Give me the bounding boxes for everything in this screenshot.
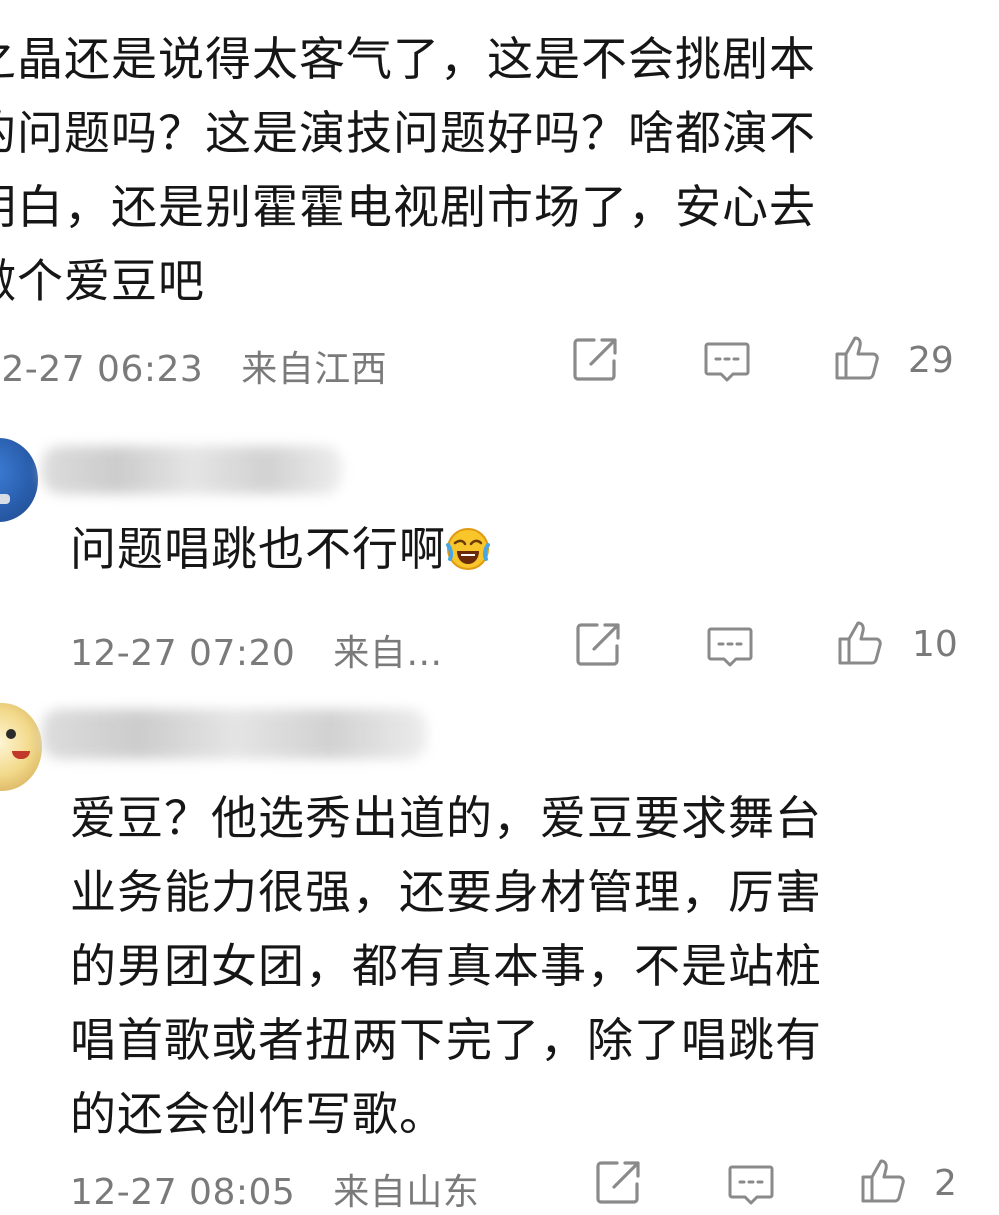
thumbs-up-icon [838,621,882,665]
comment-meta: 12-27 07:20 来自… [70,624,443,676]
avatar-mouth [12,751,30,759]
like-count: 2 [934,1163,957,1204]
comment-icon [707,627,753,667]
like-button[interactable] [832,332,882,382]
comment-icon [704,342,750,382]
avatar-car [0,494,10,504]
avatar-eye [6,729,16,739]
avatar[interactable] [0,438,38,522]
comment-1: 之晶还是说得太客气了，这是不会挑剧本 的问题吗？这是演技问题好吗？啥都演不 明白… [0,0,999,410]
reply-button[interactable] [705,621,755,671]
reply-button[interactable] [702,336,752,386]
comment-2: 问题唱跳也不行啊 12-27 07:20 来自… 10 [0,410,999,685]
comment-text: 之晶还是说得太客气了，这是不会挑剧本 的问题吗？这是演技问题好吗？啥都演不 明白… [0,32,816,308]
comment-text: 爱豆？他选秀出道的，爱豆要求舞台 业务能力很强，还要身材管理，厉害 的男团女团，… [70,791,822,1141]
comment-location: 来自江西 [241,349,388,390]
comment-time: 12-27 08:05 [70,1172,296,1213]
username-blurred[interactable] [42,709,427,759]
comment-location: 来自… [333,633,443,674]
comment-location: 来自山东 [333,1172,480,1213]
comment-text: 问题唱跳也不行啊 [70,512,490,586]
like-button[interactable] [858,1155,908,1205]
comment-text-content: 问题唱跳也不行啊 [70,522,446,576]
laughing-crying-emoji [446,518,490,570]
like-count: 29 [908,340,954,381]
avatar[interactable] [0,703,42,791]
comment-meta: 12-27 08:05 来自山东 [70,1163,479,1215]
reply-button[interactable] [726,1159,776,1209]
comment-time: 12-27 07:20 [70,633,296,674]
thumbs-up-icon [861,1159,905,1203]
comment-meta: 12-27 06:23 来自江西 [0,340,387,392]
username-blurred[interactable] [42,446,342,494]
comment-icon [728,1165,774,1205]
comment-time: 12-27 06:23 [0,349,204,390]
share-button[interactable] [573,619,623,669]
comment-3: 爱豆？他选秀出道的，爱豆要求舞台 业务能力很强，还要身材管理，厉害 的男团女团，… [0,685,999,1215]
like-button[interactable] [835,617,885,667]
share-icon [573,338,617,381]
share-button[interactable] [570,334,620,384]
thumbs-up-icon [835,336,879,380]
share-icon [596,1161,640,1204]
share-icon [576,623,620,666]
share-button[interactable] [593,1157,643,1207]
like-count: 10 [912,624,958,665]
